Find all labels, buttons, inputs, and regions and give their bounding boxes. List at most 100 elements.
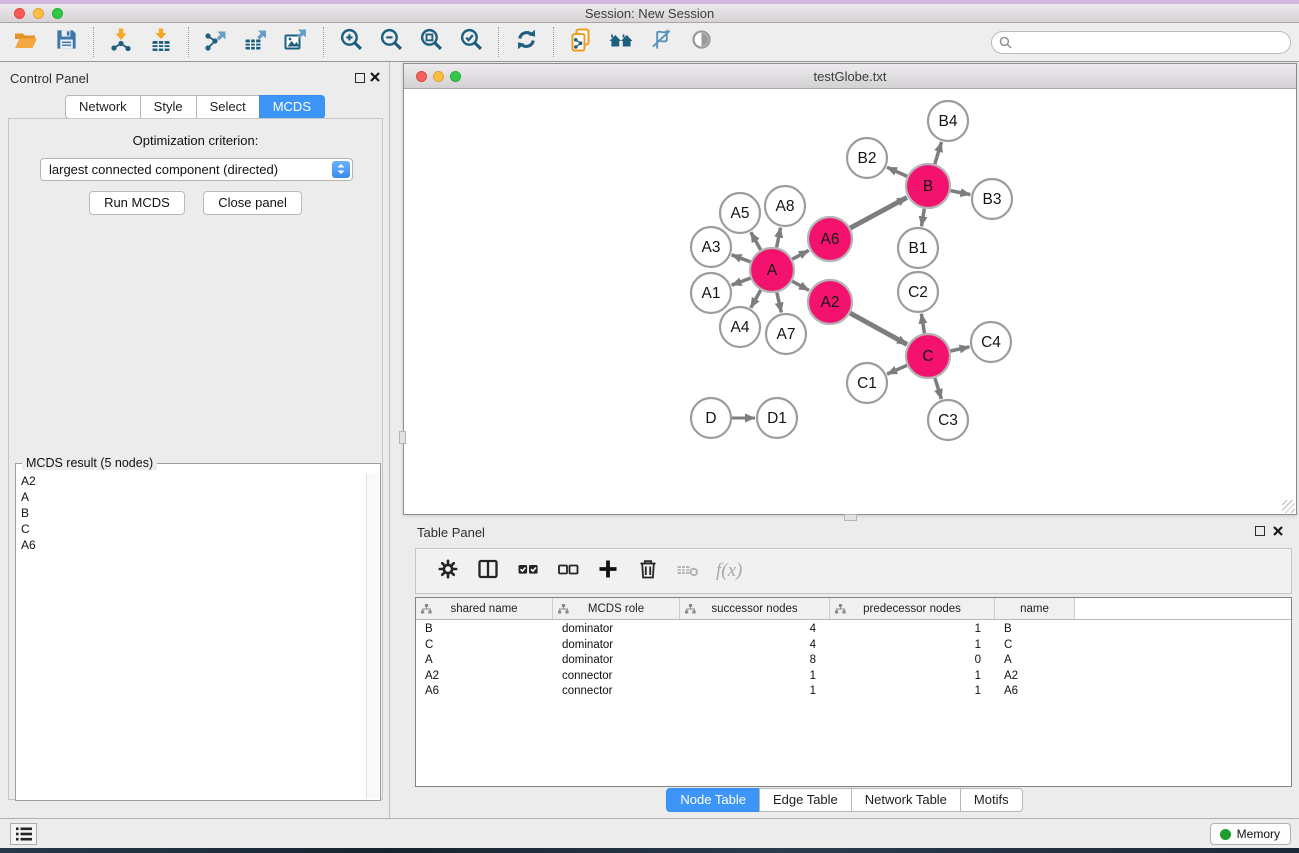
graph-node-C[interactable]: C (906, 334, 950, 378)
graph-node-A[interactable]: A (750, 248, 794, 292)
table-tab-network-table[interactable]: Network Table (851, 788, 961, 812)
close-panel-icon[interactable] (369, 71, 381, 83)
graph-node-D1[interactable]: D1 (757, 398, 797, 438)
table-tab-motifs[interactable]: Motifs (960, 788, 1023, 812)
column-header-predecessor-nodes[interactable]: predecessor nodes (830, 598, 995, 619)
column-header-name[interactable]: name (995, 598, 1075, 619)
close-table-panel-icon[interactable] (1272, 525, 1284, 537)
edge-A-A5[interactable] (751, 232, 761, 250)
split-table-view-button[interactable] (470, 553, 506, 589)
graph-node-B4[interactable]: B4 (928, 101, 968, 141)
close-panel-button[interactable]: Close panel (203, 191, 302, 215)
graph-node-A6[interactable]: A6 (808, 217, 852, 261)
edge-A-A3[interactable] (732, 255, 751, 262)
houses-button[interactable] (604, 25, 638, 59)
graph-node-A3[interactable]: A3 (691, 227, 731, 267)
edge-C-C3[interactable] (935, 378, 942, 399)
show-panels-button[interactable] (10, 823, 37, 845)
graph-node-A5[interactable]: A5 (720, 193, 760, 233)
zoom-in-button[interactable] (334, 25, 368, 59)
table-settings-button[interactable] (430, 553, 466, 589)
control-tab-style[interactable]: Style (140, 95, 197, 119)
save-session-button[interactable] (49, 25, 83, 59)
network-canvas[interactable]: B4 B2 B B3 A8A5 A6 A3 B1 A C2 A1 A2 A4A7 C4 C C1 D D1 C3 (405, 90, 1296, 514)
graph-node-C3[interactable]: C3 (928, 400, 968, 440)
minimize-network-window-button[interactable] (433, 71, 444, 82)
edge-A-A8[interactable] (777, 228, 781, 248)
function-builder-button[interactable]: f(x) (710, 553, 748, 589)
float-table-panel-icon[interactable] (1255, 526, 1265, 536)
close-window-button[interactable] (14, 8, 25, 19)
edge-B-B2[interactable] (887, 167, 907, 176)
edge-A-A1[interactable] (732, 278, 751, 285)
graph-node-A1[interactable]: A1 (691, 273, 731, 313)
float-panel-icon[interactable] (355, 73, 365, 83)
contrast-eye-button[interactable] (684, 25, 718, 59)
graph-node-A7[interactable]: A7 (766, 314, 806, 354)
minimize-window-button[interactable] (33, 8, 44, 19)
mcds-result-item[interactable]: A (21, 489, 365, 505)
column-header-successor-nodes[interactable]: successor nodes (680, 598, 830, 619)
table-tab-edge-table[interactable]: Edge Table (759, 788, 852, 812)
zoom-out-button[interactable] (374, 25, 408, 59)
edge-B-B3[interactable] (951, 191, 971, 195)
graph-node-C2[interactable]: C2 (898, 272, 938, 312)
edge-C-C2[interactable] (921, 314, 924, 334)
delete-table-button[interactable] (670, 553, 706, 589)
edge-A-A2[interactable] (792, 281, 809, 290)
edge-C-C4[interactable] (951, 347, 970, 351)
open-session-button[interactable] (9, 25, 43, 59)
delete-column-button[interactable] (630, 553, 666, 589)
export-table-button[interactable] (239, 25, 273, 59)
zoom-selected-button[interactable] (454, 25, 488, 59)
edge-A-A7[interactable] (777, 293, 781, 313)
result-list-scrollbar[interactable] (366, 473, 379, 799)
edge-A-A6[interactable] (792, 250, 809, 259)
edge-A-A4[interactable] (751, 290, 761, 308)
maximize-network-window-button[interactable] (450, 71, 461, 82)
mcds-result-item[interactable]: C (21, 521, 365, 537)
export-network-button[interactable] (199, 25, 233, 59)
graph-node-A4[interactable]: A4 (720, 307, 760, 347)
control-tab-mcds[interactable]: MCDS (259, 95, 325, 119)
hide-all-columns-button[interactable] (550, 553, 586, 589)
edge-B-B4[interactable] (935, 142, 942, 164)
graph-node-A2[interactable]: A2 (808, 280, 852, 324)
edge-A2-C[interactable] (850, 313, 907, 344)
search-input[interactable] (991, 31, 1291, 54)
mcds-result-item[interactable]: A6 (21, 537, 365, 553)
import-network-button[interactable] (104, 25, 138, 59)
mcds-result-item[interactable]: A2 (21, 473, 365, 489)
graph-node-B[interactable]: B (906, 164, 950, 208)
refresh-button[interactable] (509, 25, 543, 59)
table-row[interactable]: Bdominator41B (416, 622, 1291, 638)
flag-slash-button[interactable] (644, 25, 678, 59)
import-table-button[interactable] (144, 25, 178, 59)
table-row[interactable]: Adominator80A (416, 653, 1291, 669)
window-resize-grip[interactable] (1282, 500, 1295, 513)
memory-button[interactable]: Memory (1210, 823, 1291, 845)
run-mcds-button[interactable]: Run MCDS (89, 191, 185, 215)
edge-A6-B[interactable] (850, 197, 907, 228)
close-network-window-button[interactable] (416, 71, 427, 82)
graph-node-D[interactable]: D (691, 398, 731, 438)
graph-node-B2[interactable]: B2 (847, 138, 887, 178)
edge-C-C1[interactable] (887, 365, 907, 374)
maximize-window-button[interactable] (52, 8, 63, 19)
export-image-button[interactable] (279, 25, 313, 59)
control-tab-network[interactable]: Network (65, 95, 141, 119)
table-tab-node-table[interactable]: Node Table (666, 788, 760, 812)
graph-node-B1[interactable]: B1 (898, 228, 938, 268)
copy-network-button[interactable] (564, 25, 598, 59)
table-row[interactable]: A2connector11A2 (416, 669, 1291, 685)
control-tab-select[interactable]: Select (196, 95, 260, 119)
graph-node-C1[interactable]: C1 (847, 363, 887, 403)
table-row[interactable]: Cdominator41C (416, 638, 1291, 654)
graph-node-C4[interactable]: C4 (971, 322, 1011, 362)
edge-B-B1[interactable] (922, 209, 925, 227)
criterion-select[interactable]: largest connected component (directed) (40, 158, 353, 181)
graph-node-B3[interactable]: B3 (972, 179, 1012, 219)
graph-node-A8[interactable]: A8 (765, 186, 805, 226)
mcds-result-item[interactable]: B (21, 505, 365, 521)
vertical-split-handle[interactable] (399, 431, 406, 444)
